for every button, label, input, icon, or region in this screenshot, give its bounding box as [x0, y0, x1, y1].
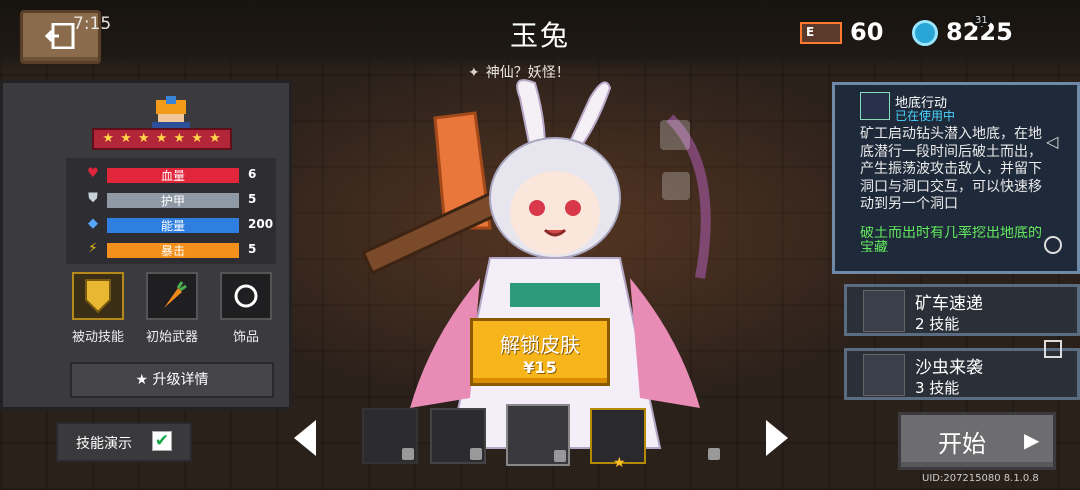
gem-badge: 31	[972, 15, 991, 26]
skin-slot-1[interactable]	[362, 408, 418, 464]
crit-icon: ⚡	[88, 241, 98, 256]
skin-slot-3-selected[interactable]	[506, 404, 570, 466]
unlock-skin-label: 解锁皮肤	[500, 333, 580, 357]
lock-icon	[470, 448, 482, 460]
skill-card-sub: 2 技能	[915, 315, 960, 333]
lock-icon	[402, 448, 414, 460]
upgrade-details-button[interactable]: ★ 升级详情	[70, 362, 274, 398]
back-triangle-icon[interactable]: ◁	[1046, 132, 1058, 151]
accessory-label: 饰品	[232, 330, 259, 345]
exit-icon	[45, 23, 75, 49]
clock: 7:15	[73, 14, 112, 34]
stat-label: 能量	[160, 219, 185, 233]
accessory-slot[interactable]	[220, 272, 272, 320]
carrot-weapon-icon	[164, 281, 187, 308]
uid-version: UID:207215080 8.1.0.8	[922, 473, 1039, 484]
sandworm-skill-icon	[863, 354, 905, 396]
miner-avatar-icon	[152, 96, 190, 132]
star-rating: ★ ★ ★ ★ ★ ★ ★	[92, 128, 232, 150]
skill-card-name: 矿车速递	[915, 294, 983, 314]
unlock-price: ¥15	[523, 358, 557, 377]
star-icon: ★	[135, 372, 149, 388]
skill-card-sub: 3 技能	[915, 379, 960, 397]
passive-shield-icon	[85, 279, 111, 314]
download-icon[interactable]	[662, 172, 690, 200]
stat-value: 200	[248, 217, 274, 231]
stat-value: 5	[248, 192, 257, 206]
owned-star-icon: ★	[613, 455, 626, 471]
passive-skill-label: 被动技能	[71, 330, 124, 345]
stat-label: 暴击	[160, 244, 185, 258]
prev-skin-arrow-icon[interactable]	[290, 418, 320, 458]
shield-icon: ⛊	[88, 191, 98, 206]
stat-row-health: ♥ 血量 6	[66, 164, 276, 186]
minecart-skill-icon	[863, 290, 905, 332]
skill-demo-label: 技能演示	[76, 436, 132, 452]
play-arrow-icon: ▶	[1024, 428, 1040, 452]
gem-icon	[912, 20, 938, 46]
skill-card-minecart[interactable]: 矿车速递 2 技能	[844, 284, 1080, 336]
skill-description: 矿工启动钻头潜入地底，在地底潜行一段时间后破土而出，产生振荡波攻击敌人，并留下洞…	[860, 126, 1042, 212]
stats-box: ♥ 血量 6 ⛊ 护甲 5 ◆ 能量 200 ⚡ 暴击 5	[66, 158, 276, 264]
skill-status: 已在使用中	[895, 109, 956, 123]
refresh-icon[interactable]	[660, 120, 690, 150]
energy-value: 60	[850, 18, 884, 46]
drill-skill-icon	[860, 92, 890, 120]
energy-icon: E	[800, 22, 842, 44]
lock-icon	[554, 450, 566, 462]
skill-card-name: 沙虫来袭	[915, 358, 983, 378]
starting-weapon-label: 初始武器	[145, 330, 198, 345]
stat-value: 5	[248, 242, 257, 256]
skill-extra-description: 破土而出时有几率挖出地底的宝藏	[860, 226, 1042, 252]
heart-icon: ♥	[87, 166, 99, 181]
ring-icon	[234, 284, 258, 308]
diamond-icon: ◆	[88, 216, 98, 231]
recent-apps-square-icon[interactable]	[1044, 340, 1062, 358]
energy-icon-text: E	[806, 25, 815, 39]
stat-label: 血量	[160, 169, 185, 183]
stat-row-crit: ⚡ 暴击 5	[66, 239, 276, 261]
skin-slot-5[interactable]	[668, 408, 724, 464]
start-label: 开始	[938, 430, 986, 458]
skin-slot-2[interactable]	[430, 408, 486, 464]
home-circle-icon[interactable]	[1044, 236, 1062, 254]
stat-row-energy: ◆ 能量 200	[66, 214, 276, 236]
next-skin-arrow-icon[interactable]	[762, 418, 792, 458]
starting-weapon-slot[interactable]	[146, 272, 198, 320]
passive-skill-slot[interactable]	[72, 272, 124, 320]
character-title: 玉兔	[509, 19, 570, 52]
upgrade-details-label: 升级详情	[152, 372, 209, 388]
stat-row-armor: ⛊ 护甲 5	[66, 189, 276, 211]
unlock-skin-button[interactable]: 解锁皮肤 ¥15	[470, 318, 610, 386]
stat-label: 护甲	[160, 194, 185, 208]
lock-icon	[708, 448, 720, 460]
stat-value: 6	[248, 167, 257, 181]
skill-demo-checkbox[interactable]: ✔	[152, 431, 172, 451]
